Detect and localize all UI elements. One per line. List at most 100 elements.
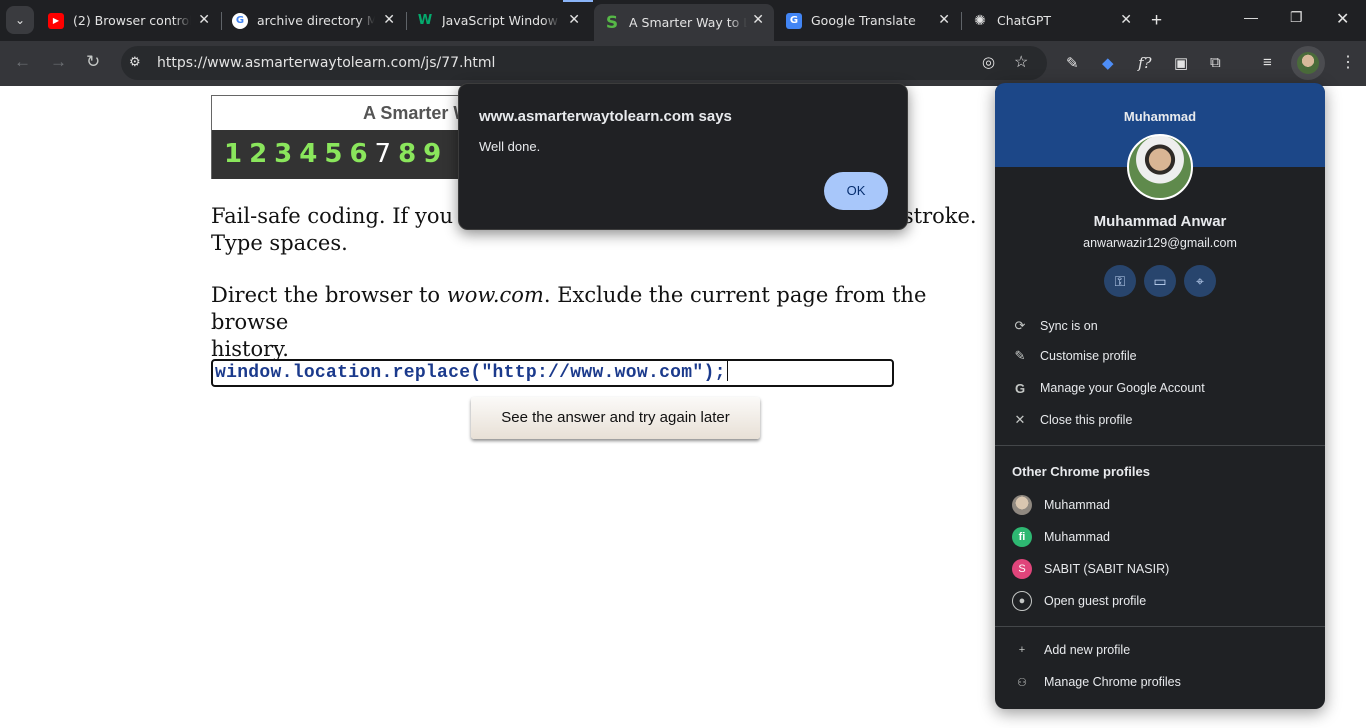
- tab-title: ChatGPT: [997, 13, 1052, 28]
- new-tab-plus-icon[interactable]: +: [1151, 10, 1162, 32]
- profile-name: Muhammad: [1044, 530, 1110, 544]
- restore-icon[interactable]: ❐: [1290, 9, 1303, 26]
- minimize-icon[interactable]: —: [1244, 9, 1258, 25]
- code-answer-input[interactable]: window.location.replace("http://www.wow.…: [211, 359, 894, 387]
- avatar: S: [1012, 559, 1032, 579]
- other-profiles-heading: Other Chrome profiles: [1012, 464, 1150, 479]
- reload-icon[interactable]: ↻: [86, 52, 100, 72]
- site-info-icon[interactable]: ⚙: [129, 54, 141, 70]
- text-extension-icon[interactable]: ▣: [1174, 54, 1188, 72]
- close-icon[interactable]: ✕: [198, 12, 210, 28]
- add-new-profile-item[interactable]: + Add new profile: [995, 635, 1325, 665]
- profile-menu: Muhammad Muhammad Anwar anwarwazir129@gm…: [995, 83, 1325, 709]
- browser-toolbar: ← → ↻ ⚙ https://www.asmarterwaytolearn.c…: [0, 41, 1366, 86]
- address-pin-icon[interactable]: ⌖: [1184, 265, 1216, 297]
- guest-icon: ●: [1012, 591, 1032, 611]
- google-icon: G: [232, 12, 248, 29]
- eye-slash-icon[interactable]: ◎: [982, 53, 995, 71]
- tab-google-translate[interactable]: G Google Translate ✕: [776, 4, 960, 37]
- alert-dialog: www.asmarterwaytolearn.com says Well don…: [458, 83, 908, 230]
- chatgpt-icon: ✺: [974, 12, 986, 29]
- window-close-icon[interactable]: ✕: [1336, 9, 1349, 29]
- close-icon[interactable]: ✕: [752, 12, 764, 28]
- bookmark-star-icon[interactable]: ☆: [1014, 52, 1028, 72]
- active-tab-indicator: [563, 0, 593, 2]
- password-key-icon[interactable]: ⚿: [1104, 265, 1136, 297]
- tab-youtube[interactable]: ▶ (2) Browser control: G ✕: [38, 4, 220, 37]
- menu-item-label: Manage your Google Account: [1040, 381, 1205, 395]
- address-bar[interactable]: ⚙ https://www.asmarterwaytolearn.com/js/…: [121, 46, 1047, 80]
- instruction-italic: wow.com: [446, 283, 544, 307]
- tab-title: A Smarter Way to Lea: [629, 15, 747, 30]
- profile-item-sabit[interactable]: S SABIT (SABIT NASIR): [995, 554, 1325, 584]
- profile-item-muhammad-1[interactable]: Muhammad: [995, 490, 1325, 520]
- tab-title: archive directory MEA: [257, 13, 375, 28]
- google-translate-icon: G: [786, 12, 802, 29]
- close-icon: ✕: [1014, 412, 1026, 427]
- profile-button[interactable]: [1291, 46, 1325, 80]
- completed-numbers[interactable]: 123456: [224, 139, 375, 169]
- puzzle-extensions-icon[interactable]: ⧉: [1210, 54, 1221, 71]
- manage-chrome-profiles-item[interactable]: ⚇ Manage Chrome profiles: [995, 667, 1325, 697]
- current-number[interactable]: 7: [375, 139, 399, 169]
- chevron-down-icon: ⌄: [14, 13, 26, 27]
- close-icon[interactable]: ✕: [938, 12, 950, 28]
- avatar: [1297, 52, 1319, 74]
- menu-item-label: Close this profile: [1040, 413, 1133, 427]
- upcoming-numbers[interactable]: 89: [398, 139, 448, 169]
- menu-item-label: Customise profile: [1040, 349, 1137, 363]
- w3schools-icon: W: [417, 13, 433, 28]
- menu-item-label: Sync is on: [1040, 319, 1098, 333]
- instruction-text: Fail-safe coding. If you: [211, 204, 454, 228]
- tab-smarter-way[interactable]: S A Smarter Way to Lea ✕: [594, 4, 774, 41]
- close-icon[interactable]: ✕: [383, 12, 395, 28]
- media-queue-icon[interactable]: ≡: [1263, 54, 1272, 71]
- profile-header-name: Muhammad: [1123, 109, 1197, 124]
- google-g-icon: G: [1014, 380, 1026, 396]
- profile-name: Muhammad: [1044, 498, 1110, 512]
- formula-extension-icon[interactable]: f?: [1138, 54, 1152, 72]
- kebab-menu-icon[interactable]: ⋮: [1340, 52, 1356, 72]
- instruction-text: Direct the browser to: [211, 283, 447, 307]
- ok-button[interactable]: OK: [824, 172, 888, 210]
- menu-item-label: Manage Chrome profiles: [1044, 675, 1181, 689]
- close-profile-item[interactable]: ✕ Close this profile: [995, 405, 1325, 435]
- gem-extension-icon[interactable]: ◆: [1102, 54, 1114, 72]
- open-guest-profile-item[interactable]: ● Open guest profile: [995, 586, 1325, 616]
- close-icon[interactable]: ✕: [1120, 12, 1132, 28]
- instruction-text: Type spaces.: [211, 231, 348, 255]
- profile-full-name: Muhammad Anwar: [1093, 213, 1227, 230]
- youtube-icon: ▶: [48, 12, 64, 29]
- pencil-icon: ✎: [1014, 348, 1026, 363]
- instruction-text: history.: [211, 337, 289, 361]
- manage-profiles-icon: ⚇: [1017, 676, 1027, 689]
- avatar: fi: [1012, 527, 1032, 547]
- url-text[interactable]: https://www.asmarterwaytolearn.com/js/77…: [157, 55, 495, 71]
- tab-search-button[interactable]: ⌄: [6, 6, 34, 34]
- alert-message: Well done.: [479, 139, 541, 154]
- code-input-value: window.location.replace("http://www.wow.…: [215, 363, 726, 383]
- smarterway-icon: S: [605, 12, 619, 33]
- see-answer-button[interactable]: See the answer and try again later: [471, 397, 760, 439]
- tab-title: Google Translate: [811, 13, 916, 28]
- close-icon[interactable]: ✕: [568, 12, 580, 28]
- add-person-icon: +: [1018, 644, 1026, 656]
- payment-card-icon[interactable]: ▭: [1144, 265, 1176, 297]
- instruction-paragraph-2: Direct the browser to wow.com. Exclude t…: [211, 282, 1001, 363]
- profile-name: Open guest profile: [1044, 594, 1147, 608]
- profile-item-muhammad-2[interactable]: fi Muhammad: [995, 522, 1325, 552]
- tab-chatgpt[interactable]: ✺ ChatGPT ✕: [962, 4, 1142, 37]
- tab-archive-directory[interactable]: G archive directory MEA ✕: [222, 4, 405, 37]
- tab-javascript-window[interactable]: W JavaScript Window ✕: [407, 4, 590, 37]
- divider: [995, 445, 1325, 446]
- avatar: [1127, 134, 1193, 200]
- manage-google-account-item[interactable]: G Manage your Google Account: [995, 373, 1325, 403]
- pen-extension-icon[interactable]: ✎: [1066, 54, 1079, 72]
- back-arrow-icon[interactable]: ←: [14, 52, 31, 72]
- customise-profile-item[interactable]: ✎ Customise profile: [995, 341, 1325, 371]
- sync-item[interactable]: ⟳ Sync is on: [995, 311, 1325, 341]
- tab-title: JavaScript Window: [442, 13, 558, 28]
- divider: [995, 626, 1325, 627]
- profile-email: anwarwazir129@gmail.com: [1083, 236, 1237, 250]
- forward-arrow-icon[interactable]: →: [50, 52, 67, 72]
